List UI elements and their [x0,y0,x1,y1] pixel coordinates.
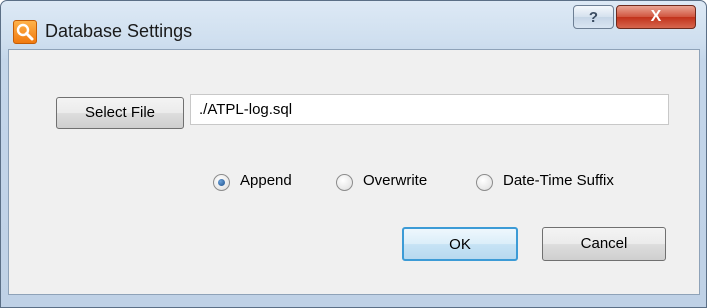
select-file-button[interactable]: Select File [56,97,184,129]
help-button[interactable]: ? [573,5,614,29]
radio-date-time-suffix-indicator[interactable] [476,174,493,191]
radio-overwrite-label: Overwrite [363,172,428,189]
database-settings-dialog: Database Settings ? X Select File Append… [0,0,707,308]
radio-append-indicator[interactable] [213,174,230,191]
search-app-icon [13,20,37,44]
ok-button[interactable]: OK [402,227,518,261]
radio-date-time-suffix-label: Date-Time Suffix [503,172,614,189]
radio-overwrite-indicator[interactable] [336,174,353,191]
cancel-button[interactable]: Cancel [542,227,666,261]
window-title: Database Settings [45,21,193,41]
dialog-body: Select File Append Overwrite Date-Time S… [8,49,700,295]
file-path-input[interactable] [190,94,669,125]
close-button[interactable]: X [616,5,696,29]
radio-append-label: Append [240,172,292,189]
